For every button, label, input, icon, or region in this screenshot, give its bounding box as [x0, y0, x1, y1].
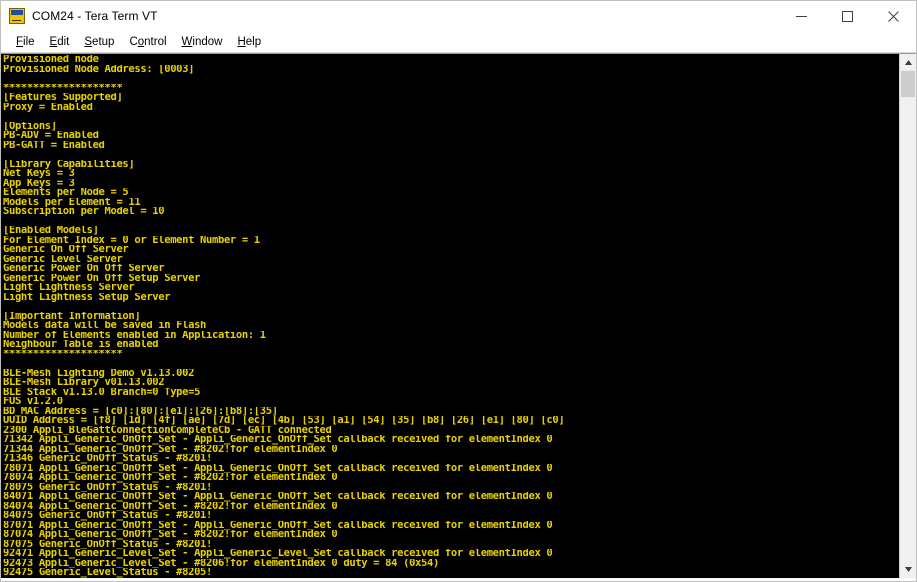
terminal-line: 84071 Appli_Generic_OnOff_Set - Appli_Ge… — [3, 492, 553, 502]
terminal-line: BLE-Mesh Library v01.13.002 — [3, 378, 165, 388]
terminal-line: [Options] — [3, 121, 57, 131]
menu-item-setup[interactable]: Setup — [77, 34, 122, 51]
terminal-line: 78074 Appli_Generic_OnOff_Set - #8202!fo… — [3, 473, 338, 483]
terminal-line: BLE Stack v1.13.0 Branch=0 Type=5 — [3, 387, 201, 397]
terminal-line: BLE-Mesh Lighting Demo v1.13.002 — [3, 368, 195, 378]
terminal-line: Generic On Off Server — [3, 245, 129, 255]
terminal-line: [Features Supported] — [3, 93, 123, 103]
terminal-line: Light Lightness Server — [3, 283, 135, 293]
terminal-line: 2300 Appli_BleGattConnectionCompleteCb -… — [3, 425, 332, 435]
window-bottom-edge — [1, 578, 916, 581]
terminal-line: 78071 Appli_Generic_OnOff_Set - Appli_Ge… — [3, 463, 553, 473]
terminal-line: Number of Elements enabled in Applicatio… — [3, 330, 266, 340]
terminal-line: For Element Index = 0 or Element Number … — [3, 235, 260, 245]
scroll-up-button[interactable] — [900, 54, 916, 71]
menu-item-edit[interactable]: Edit — [43, 34, 78, 51]
terminal-line: PB-ADV = Enabled — [3, 131, 99, 141]
scrollbar-thumb[interactable] — [901, 71, 915, 97]
terminal-line: 84075 Generic_OnOff_Status - #8201! — [3, 511, 213, 521]
terminal-line: BD_MAC Address = [c0]:[80]:[e1]:[26]:[b8… — [3, 406, 278, 416]
scroll-up-icon — [904, 60, 912, 65]
menu-item-window[interactable]: Window — [175, 34, 231, 51]
terminal-line: ******************** — [3, 83, 123, 93]
menu-bar: File Edit Setup Control Window Help — [1, 32, 916, 53]
terminal-line: Models data will be saved in Flash — [3, 321, 207, 331]
terminal-line: PB-GATT = Enabled — [3, 140, 105, 150]
terminal-line: Provisioned node — [3, 55, 99, 65]
terminal-line: UUID Address = [f8] [1d] [4f] [ae] [7d] … — [3, 416, 565, 426]
terminal-line: 84074 Appli_Generic_OnOff_Set - #8202!fo… — [3, 501, 338, 511]
terminal-line: FUS v1.2.0 — [3, 397, 63, 407]
terminal-line: Generic Level Server — [3, 254, 123, 264]
terminal-line: Elements per Node = 5 — [3, 188, 129, 198]
menu-item-control[interactable]: Control — [122, 34, 174, 51]
terminal-line: 87071 Appli_Generic_OnOff_Set - Appli_Ge… — [3, 520, 553, 530]
tera-term-window: COM24 - Tera Term VT File Edit Setup Con… — [0, 0, 917, 582]
terminal-line: 92473 Appli_Generic_Level_Set - #8206!fo… — [3, 558, 439, 568]
terminal-line: 87074 Appli_Generic_OnOff_Set - #8202!fo… — [3, 530, 338, 540]
terminal-line: 87075 Generic_OnOff_Status - #8201! — [3, 539, 213, 549]
terminal-line: 71344 Appli_Generic_OnOff_Set - #8202!fo… — [3, 444, 338, 454]
terminal-line: 78075 Generic_OnOff_Status - #8201! — [3, 482, 213, 492]
terminal-line: Generic Power On Off Server — [3, 264, 165, 274]
menu-item-help[interactable]: Help — [230, 34, 269, 51]
terminal-line: 71342 Appli_Generic_OnOff_Set - Appli_Ge… — [3, 435, 553, 445]
maximize-button[interactable] — [824, 1, 870, 31]
terminal-line: Net Keys = 3 — [3, 169, 75, 179]
terminal-line: Proxy = Enabled — [3, 102, 93, 112]
maximize-icon — [841, 10, 853, 22]
terminal-vt-icon — [9, 8, 25, 24]
terminal-line: [Library Capabilities] — [3, 159, 135, 169]
menu-item-file[interactable]: File — [9, 34, 43, 51]
window-title: COM24 - Tera Term VT — [32, 9, 158, 23]
terminal-output[interactable]: Provisioned node Provisioned Node Address… — [1, 54, 899, 578]
terminal-line: App Keys = 3 — [3, 178, 75, 188]
terminal-line: [Important Information] — [3, 311, 141, 321]
terminal-line: 71346 Generic_OnOff_Status - #8201! — [3, 454, 213, 464]
terminal-line: Provisioned Node Address: [0003] — [3, 64, 195, 74]
terminal-line: Light Lightness Setup Server — [3, 292, 171, 302]
terminal-line: Neighbour Table is enabled — [3, 340, 159, 350]
scroll-down-icon — [904, 567, 912, 572]
minimize-icon — [795, 15, 807, 17]
title-bar[interactable]: COM24 - Tera Term VT — [1, 1, 916, 32]
terminal-line: Subscription per Model = 10 — [3, 207, 165, 217]
vertical-scrollbar[interactable] — [899, 54, 916, 578]
terminal-line: 92471 Appli_Generic_Level_Set - Appli_Ge… — [3, 549, 553, 559]
terminal-line: 92475 Generic_Level_Status - #8205! — [3, 568, 213, 578]
terminal-line: ******************** — [3, 349, 123, 359]
terminal-line: 95171 Appli_Generic_Level_Set - Appli_Ge… — [3, 578, 899, 579]
terminal-line: Models per Element = 11 — [3, 197, 141, 207]
close-button[interactable] — [870, 1, 916, 31]
window-controls — [778, 1, 916, 31]
scroll-down-button[interactable] — [900, 561, 916, 578]
terminal-line: [Enabled Models] — [3, 226, 99, 236]
terminal-line: Generic Power On Off Setup Server — [3, 273, 201, 283]
minimize-button[interactable] — [778, 1, 824, 31]
close-icon — [887, 10, 899, 22]
scrollbar-track[interactable] — [900, 71, 916, 561]
terminal-area: Provisioned node Provisioned Node Address… — [1, 53, 916, 578]
